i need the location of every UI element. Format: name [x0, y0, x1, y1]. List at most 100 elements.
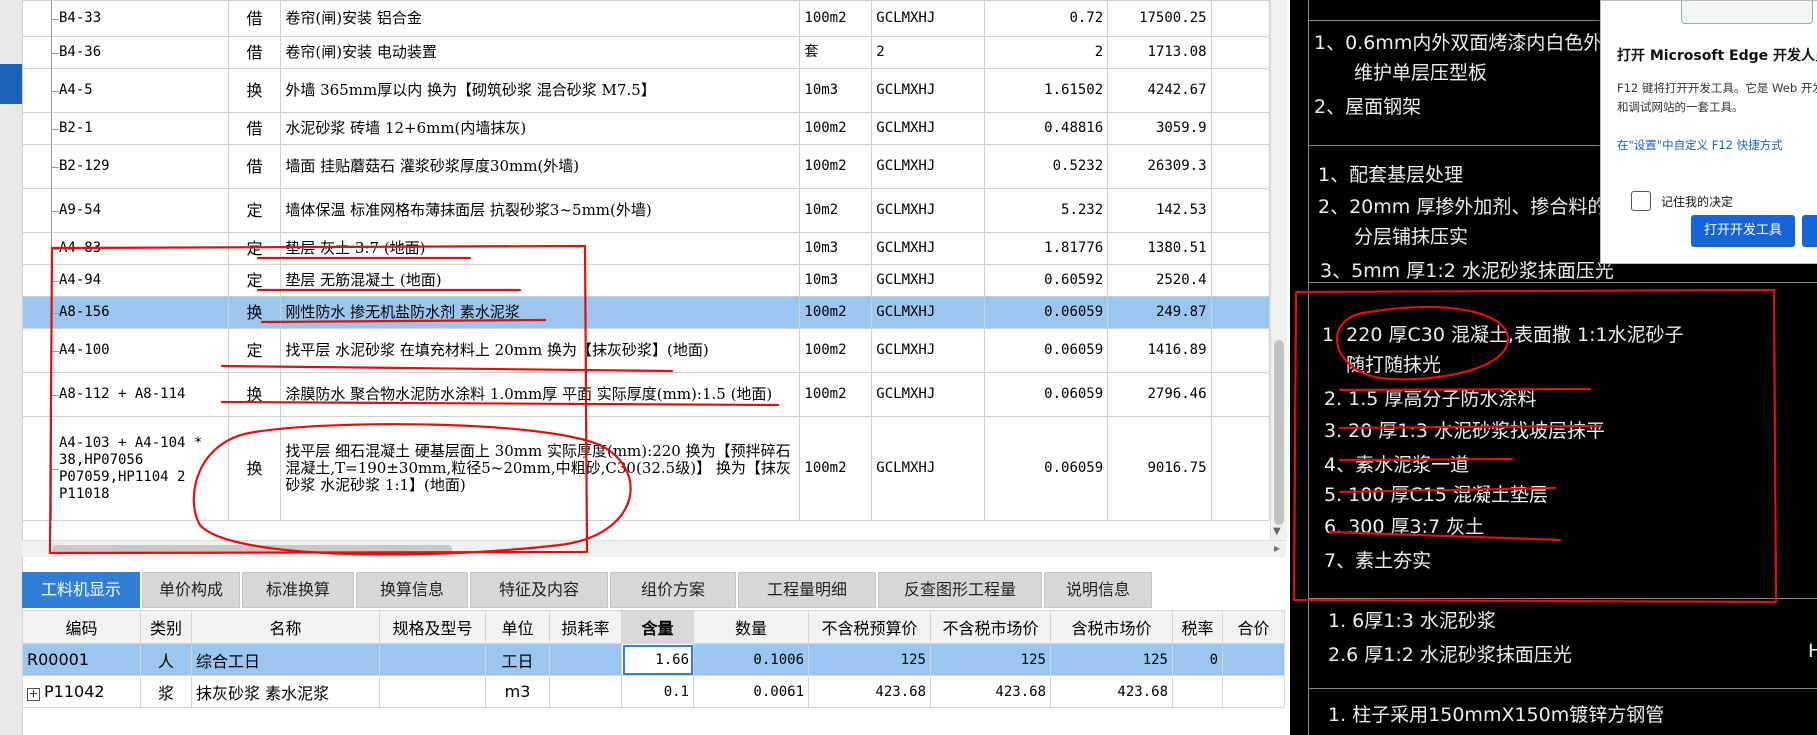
- row-code[interactable]: A8-112 + A8-114: [22, 372, 229, 417]
- tab-conversion-info[interactable]: 换算信息: [356, 572, 468, 608]
- row-unit[interactable]: 10m2: [799, 188, 873, 233]
- row-unit[interactable]: 100m2: [799, 416, 873, 521]
- row-expression[interactable]: GCLMXHJ: [871, 416, 985, 521]
- scroll-down-arrow-icon[interactable]: ▼: [1273, 526, 1281, 537]
- row-code[interactable]: B2-129: [22, 144, 229, 189]
- column-header[interactable]: 合价: [1222, 610, 1285, 644]
- material-budget[interactable]: 423.68: [808, 675, 931, 708]
- quota-row[interactable]: A4-5 换外墙 365mm厚以内 换为【砌筑砂浆 混合砂浆 M7.5】 10m3 G…: [22, 68, 1271, 113]
- row-quantity[interactable]: 1.61502: [983, 68, 1109, 113]
- material-total[interactable]: [1222, 643, 1285, 676]
- tab-standard-conversion[interactable]: 标准换算: [242, 572, 354, 608]
- left-toolbar-active-marker[interactable]: [0, 64, 22, 104]
- material-spec[interactable]: [379, 675, 486, 708]
- material-rate[interactable]: [1172, 675, 1223, 708]
- row-unit-price[interactable]: 17500.25: [1107, 0, 1212, 37]
- row-name[interactable]: 找平层 水泥砂浆 在填充材料上 20mm 换为【抹灰砂浆】(地面): [280, 328, 801, 373]
- quota-row[interactable]: A9-54 定墙体保温 标准网格布薄抹面层 抗裂砂浆3~5mm(外墙) 10m2 GC…: [22, 188, 1271, 233]
- material-row[interactable]: R00001 人综合工日 工日 1.66 0.1006 125 125 125 0: [22, 643, 1285, 676]
- material-rate[interactable]: 0: [1172, 643, 1223, 676]
- row-unit[interactable]: 100m2: [799, 372, 873, 417]
- horizontal-scroll-thumb[interactable]: [52, 545, 452, 553]
- material-qty[interactable]: 0.0061: [693, 675, 809, 708]
- row-quantity[interactable]: 0.06059: [983, 416, 1109, 521]
- quota-row[interactable]: B4-36 借卷帘(闸)安装 电动装置套 2 2 1713.08: [22, 36, 1271, 69]
- row-expression[interactable]: GCLMXHJ: [871, 296, 985, 329]
- row-type[interactable]: 借: [227, 144, 282, 189]
- row-name[interactable]: 涂膜防水 聚合物水泥防水涂料 1.0mm厚 平面 实际厚度(mm):1.5 (地…: [280, 372, 801, 417]
- row-unit[interactable]: 100m2: [799, 328, 873, 373]
- row-code[interactable]: A4-103 + A4-104 * 38,HP07056 P07059,HP11…: [22, 416, 229, 521]
- row-expression[interactable]: 2: [871, 36, 985, 69]
- material-cat[interactable]: 浆: [140, 675, 192, 708]
- row-type[interactable]: 借: [227, 0, 282, 37]
- material-unit[interactable]: m3: [485, 675, 550, 708]
- material-total[interactable]: [1222, 675, 1285, 708]
- material-content[interactable]: 1.66: [621, 643, 694, 676]
- tab-unit-price[interactable]: 单价构成: [142, 572, 240, 608]
- row-quantity[interactable]: 0.60592: [983, 264, 1109, 297]
- row-unit[interactable]: 100m2: [799, 112, 873, 145]
- remember-checkbox[interactable]: [1631, 191, 1651, 211]
- row-unit-price[interactable]: 142.53: [1107, 188, 1212, 233]
- vertical-scroll-thumb[interactable]: [1274, 340, 1284, 525]
- column-header[interactable]: 税率: [1172, 610, 1223, 644]
- tab-quantity-detail[interactable]: 工程量明细: [738, 572, 876, 608]
- row-unit[interactable]: 100m2: [799, 296, 873, 329]
- row-unit-price[interactable]: 9016.75: [1107, 416, 1212, 521]
- material-unit[interactable]: 工日: [485, 643, 550, 676]
- column-header[interactable]: 规格及型号: [379, 610, 486, 644]
- row-unit-price[interactable]: 3059.9: [1107, 112, 1212, 145]
- column-header[interactable]: 单位: [485, 610, 550, 644]
- material-market[interactable]: 423.68: [930, 675, 1051, 708]
- row-name[interactable]: 刚性防水 掺无机盐防水剂 素水泥浆: [280, 296, 801, 329]
- column-header[interactable]: 不含税市场价: [930, 610, 1051, 644]
- quota-row[interactable]: A8-156 换刚性防水 掺无机盐防水剂 素水泥浆 100m2 GCLMXHJ 0.06…: [22, 296, 1271, 329]
- column-header[interactable]: 不含税预算价: [808, 610, 931, 644]
- row-code[interactable]: A4-83: [22, 232, 229, 265]
- row-code[interactable]: A4-94: [22, 264, 229, 297]
- tab-material-machine[interactable]: 工料机显示: [22, 572, 140, 608]
- row-expression[interactable]: GCLMXHJ: [871, 68, 985, 113]
- quota-row[interactable]: B2-1 借水泥砂浆 砖墙 12+6mm(内墙抹灰) 100m2 GCLMXHJ 0.4…: [22, 112, 1271, 145]
- horizontal-scrollbar[interactable]: ▸: [22, 540, 1286, 557]
- row-code[interactable]: A8-156: [22, 296, 229, 329]
- material-code[interactable]: R00001: [22, 643, 141, 676]
- quota-row[interactable]: A4-94 定垫层 无筋混凝土 (地面) 10m3 GCLMXHJ 0.60592 252…: [22, 264, 1271, 297]
- quota-row[interactable]: A4-100 定找平层 水泥砂浆 在填充材料上 20mm 换为【抹灰砂浆】(地面)…: [22, 328, 1271, 373]
- row-name[interactable]: 外墙 365mm厚以内 换为【砌筑砂浆 混合砂浆 M7.5】: [280, 68, 801, 113]
- row-type[interactable]: 借: [227, 112, 282, 145]
- row-unit-price[interactable]: 4242.67: [1107, 68, 1212, 113]
- tab-pricing-plan[interactable]: 组价方案: [610, 572, 736, 608]
- row-type[interactable]: 借: [227, 36, 282, 69]
- tab-description[interactable]: 说明信息: [1044, 572, 1152, 608]
- material-name[interactable]: 抹灰砂浆 素水泥浆: [191, 675, 380, 708]
- material-name[interactable]: 综合工日: [191, 643, 380, 676]
- row-code[interactable]: A4-5: [22, 68, 229, 113]
- row-code[interactable]: A9-54: [22, 188, 229, 233]
- open-devtools-button[interactable]: 打开开发工具: [1691, 215, 1795, 247]
- row-unit[interactable]: 10m3: [799, 264, 873, 297]
- row-name[interactable]: 墙面 挂贴蘑菇石 灌浆砂浆厚度30mm(外墙): [280, 144, 801, 189]
- row-type[interactable]: 换: [227, 296, 282, 329]
- row-name[interactable]: 垫层 灰土 3:7 (地面): [280, 232, 801, 265]
- column-header[interactable]: 名称: [191, 610, 380, 644]
- row-name[interactable]: 墙体保温 标准网格布薄抹面层 抗裂砂浆3~5mm(外墙): [280, 188, 801, 233]
- vertical-scrollbar[interactable]: ▼: [1270, 0, 1287, 540]
- column-header[interactable]: 含量: [621, 610, 694, 644]
- row-expression[interactable]: GCLMXHJ: [871, 0, 985, 37]
- row-name[interactable]: 找平层 细石混凝土 硬基层面上 30mm 实际厚度(mm):220 换为【预拌碎…: [280, 416, 801, 521]
- row-unit[interactable]: 10m3: [799, 68, 873, 113]
- row-unit-price[interactable]: 2796.46: [1107, 372, 1212, 417]
- row-quantity[interactable]: 0.06059: [983, 328, 1109, 373]
- quota-row[interactable]: B4-33 借卷帘(闸)安装 铝合金 100m2 GCLMXHJ 0.72 17500.2…: [22, 0, 1271, 37]
- row-type[interactable]: 换: [227, 416, 282, 521]
- scroll-right-arrow-icon[interactable]: ▸: [1274, 541, 1280, 555]
- quota-row[interactable]: A4-103 + A4-104 * 38,HP07056 P07059,HP11…: [22, 416, 1271, 521]
- row-code[interactable]: B4-33: [22, 0, 229, 37]
- expand-icon[interactable]: +: [27, 688, 40, 701]
- quota-row[interactable]: A8-112 + A8-114 换涂膜防水 聚合物水泥防水涂料 1.0mm厚 平面…: [22, 372, 1271, 417]
- row-expression[interactable]: GCLMXHJ: [871, 112, 985, 145]
- row-code[interactable]: B2-1: [22, 112, 229, 145]
- row-unit-price[interactable]: 2520.4: [1107, 264, 1212, 297]
